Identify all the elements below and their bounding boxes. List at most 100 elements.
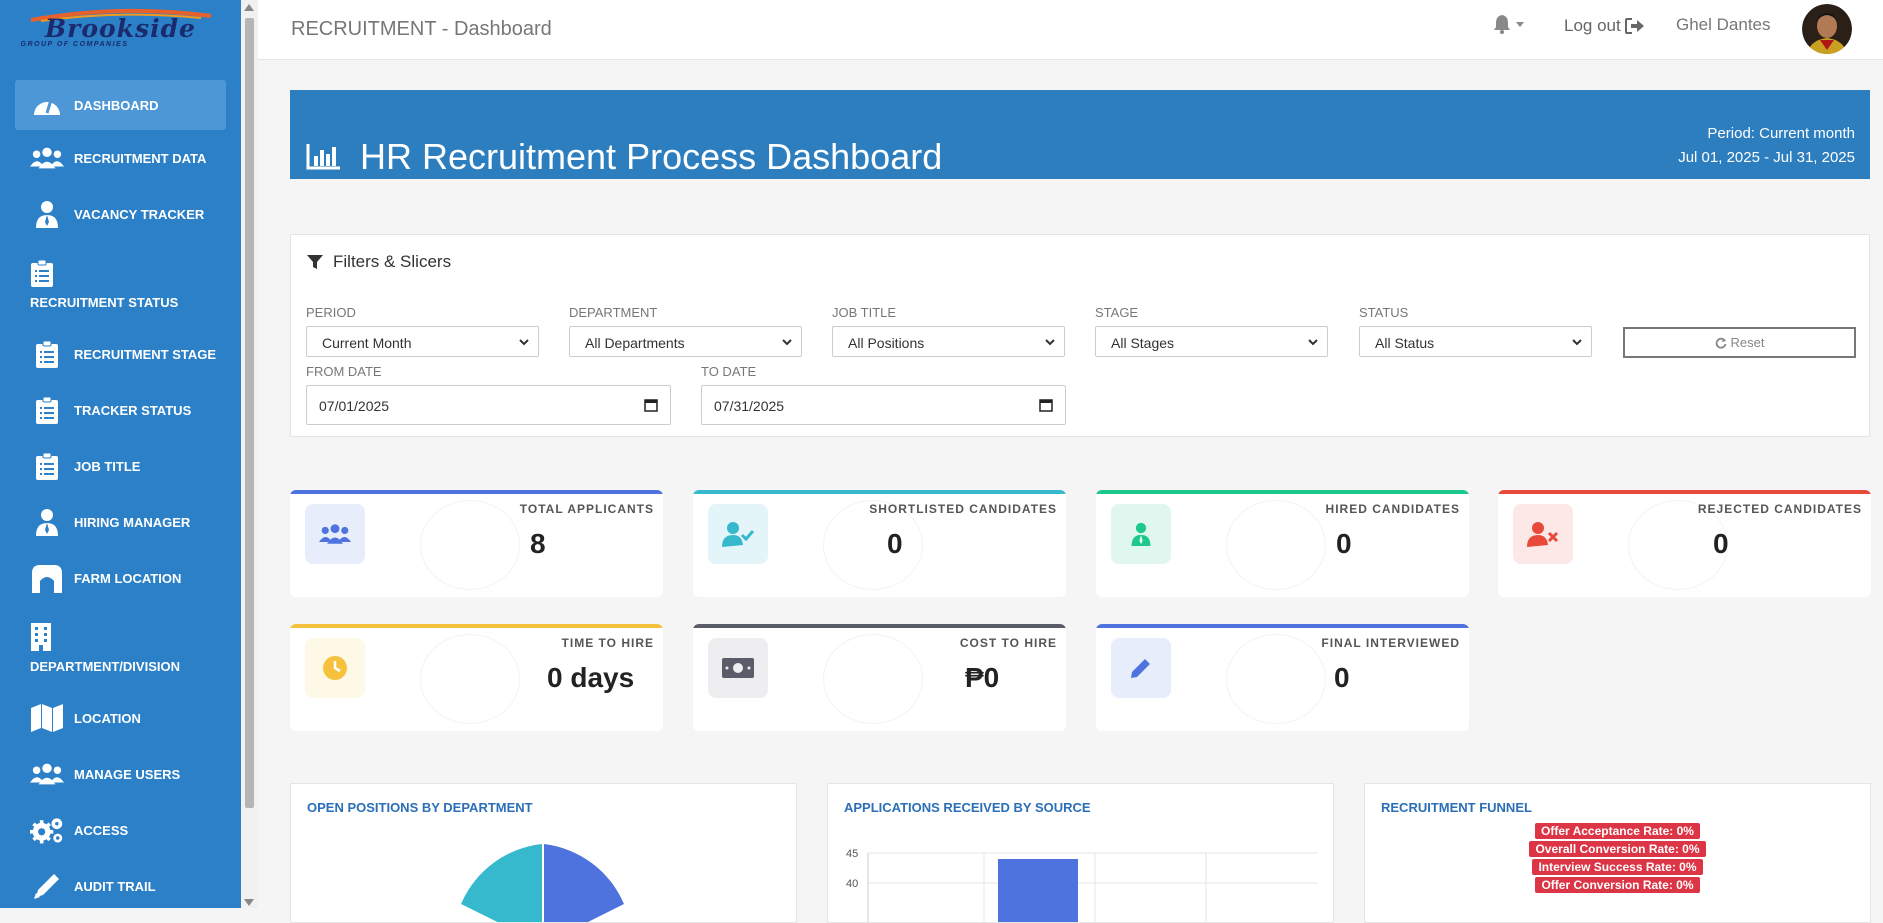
from-date-input[interactable]: 07/01/2025 bbox=[306, 385, 671, 425]
sidebar-item-vacancy-tracker[interactable]: VACANCY TRACKER bbox=[0, 186, 241, 242]
chevron-down-icon bbox=[519, 339, 529, 346]
notifications-dropdown[interactable] bbox=[1493, 14, 1525, 34]
calendar-icon[interactable] bbox=[1039, 398, 1053, 412]
sidebar-item-label: VACANCY TRACKER bbox=[74, 206, 205, 222]
clipboard-list-icon bbox=[30, 340, 64, 368]
sidebar-item-label: AUDIT TRAIL bbox=[74, 878, 156, 894]
filters-title: Filters & Slicers bbox=[333, 252, 452, 271]
department-filter: DEPARTMENT All Departments bbox=[569, 305, 802, 357]
card-accent-bar bbox=[290, 624, 663, 628]
clipboard-list-icon bbox=[30, 259, 64, 287]
funnel-badges: Offer Acceptance Rate: 0% Overall Conver… bbox=[1365, 823, 1870, 893]
sidebar-item-job-title[interactable]: JOB TITLE bbox=[0, 438, 241, 494]
pie-chart bbox=[461, 844, 624, 923]
job-title-label: JOB TITLE bbox=[832, 305, 897, 320]
sidebar-item-manage-users[interactable]: MANAGE USERS bbox=[0, 746, 241, 802]
warehouse-icon bbox=[30, 564, 64, 593]
card-value: 0 days bbox=[547, 662, 635, 693]
panel-title: APPLICATIONS RECEIVED BY SOURCE bbox=[844, 800, 1091, 815]
banner-title: HR Recruitment Process Dashboard bbox=[360, 136, 943, 177]
user-photo-icon bbox=[1802, 4, 1852, 54]
reset-label: Reset bbox=[1730, 335, 1765, 350]
panel-title: OPEN POSITIONS BY DEPARTMENT bbox=[307, 800, 533, 815]
recruitment-funnel-panel: RECRUITMENT FUNNEL Offer Acceptance Rate… bbox=[1364, 783, 1871, 923]
card-value: 0 bbox=[1336, 528, 1352, 559]
filters-header: Filters & Slicers bbox=[307, 252, 451, 272]
map-icon bbox=[30, 704, 64, 732]
sidebar-item-access[interactable]: ACCESS bbox=[0, 802, 241, 858]
card-label: TOTAL APPLICANTS bbox=[519, 502, 654, 516]
card-label: HIRED CANDIDATES bbox=[1325, 502, 1460, 516]
chevron-down-icon bbox=[1308, 339, 1318, 346]
from-date-label: FROM DATE bbox=[306, 364, 382, 379]
pie-slice-teal[interactable] bbox=[461, 844, 542, 923]
reset-button[interactable]: Reset bbox=[1623, 327, 1856, 358]
card-label: COST TO HIRE bbox=[959, 636, 1057, 650]
bar[interactable] bbox=[998, 859, 1078, 923]
chart-bar-icon bbox=[306, 144, 340, 170]
sidebar-item-department-division[interactable]: DEPARTMENT/DIVISION bbox=[0, 606, 241, 690]
clipboard-list-icon bbox=[30, 396, 64, 424]
from-date-filter: FROM DATE 07/01/2025 bbox=[306, 364, 671, 425]
sidebar-item-recruitment-data[interactable]: RECRUITMENT DATA bbox=[0, 130, 241, 186]
period-value: Current Month bbox=[322, 335, 412, 351]
card-decoration bbox=[1226, 500, 1326, 590]
card-accent-bar bbox=[1096, 490, 1469, 494]
avatar[interactable] bbox=[1802, 4, 1852, 54]
sidebar-item-hiring-manager[interactable]: HIRING MANAGER bbox=[0, 494, 241, 550]
card-decoration bbox=[420, 634, 520, 724]
card-value: 0 bbox=[1713, 528, 1729, 559]
redo-icon bbox=[1715, 337, 1726, 349]
logout-link[interactable]: Log out bbox=[1564, 16, 1645, 36]
period-filter: PERIOD Current Month bbox=[306, 305, 539, 357]
sidebar-item-label: HIRING MANAGER bbox=[74, 514, 191, 530]
scroll-up-icon[interactable] bbox=[244, 4, 254, 11]
pie-slice-blue[interactable] bbox=[544, 844, 624, 923]
offer-acceptance-badge: Offer Acceptance Rate: 0% bbox=[1535, 823, 1700, 839]
card-value: 0 bbox=[887, 528, 903, 559]
sidebar-item-audit-trail[interactable]: AUDIT TRAIL bbox=[0, 858, 241, 908]
filter-icon bbox=[307, 255, 323, 269]
sidebar-item-label: DEPARTMENT/DIVISION bbox=[30, 658, 180, 674]
user-tie-icon bbox=[30, 200, 64, 228]
username-label[interactable]: Ghel Dantes bbox=[1676, 15, 1771, 35]
sidebar-item-location[interactable]: LOCATION bbox=[0, 690, 241, 746]
period-select[interactable]: Current Month bbox=[306, 326, 539, 357]
sidebar-item-tracker-status[interactable]: TRACKER STATUS bbox=[0, 382, 241, 438]
card-label: TIME TO HIRE bbox=[561, 636, 654, 650]
sidebar: Brookside GROUP OF COMPANIES DASHBOARD R… bbox=[0, 0, 241, 908]
sidebar-item-dashboard[interactable]: DASHBOARD bbox=[15, 80, 226, 130]
status-select[interactable]: All Status bbox=[1359, 326, 1592, 357]
sidebar-item-recruitment-status[interactable]: RECRUITMENT STATUS bbox=[0, 242, 241, 326]
card-decoration bbox=[1226, 634, 1326, 724]
card-label: SHORTLISTED CANDIDATES bbox=[869, 502, 1057, 516]
sidebar-item-farm-location[interactable]: FARM LOCATION bbox=[0, 550, 241, 606]
banner-period: Period: Current month Jul 01, 2025 - Jul… bbox=[1678, 122, 1855, 170]
scroll-thumb[interactable] bbox=[245, 18, 254, 808]
sidebar-item-label: MANAGE USERS bbox=[74, 766, 181, 782]
bell-icon bbox=[1494, 15, 1510, 34]
user-tie-icon bbox=[30, 508, 64, 536]
card-accent-bar bbox=[1498, 490, 1871, 494]
brand-logo[interactable]: Brookside GROUP OF COMPANIES bbox=[0, 0, 241, 56]
stage-filter: STAGE All Stages bbox=[1095, 305, 1328, 357]
to-date-input[interactable]: 07/31/2025 bbox=[701, 385, 1066, 425]
logo-title: Brookside bbox=[45, 14, 196, 44]
kpi-card-final-interviewed: FINAL INTERVIEWED 0 bbox=[1096, 624, 1469, 731]
calendar-icon[interactable] bbox=[644, 398, 658, 412]
card-value: ₱0 bbox=[965, 662, 1000, 693]
sidebar-item-recruitment-stage[interactable]: RECRUITMENT STAGE bbox=[0, 326, 241, 382]
caret-down-icon bbox=[1516, 22, 1524, 27]
stage-select[interactable]: All Stages bbox=[1095, 326, 1328, 357]
panel-title: RECRUITMENT FUNNEL bbox=[1381, 800, 1532, 815]
period-label: PERIOD bbox=[306, 305, 356, 320]
logout-label: Log out bbox=[1564, 16, 1621, 35]
scroll-down-icon[interactable] bbox=[244, 899, 254, 906]
clock-icon bbox=[305, 638, 365, 698]
job-title-select[interactable]: All Positions bbox=[832, 326, 1065, 357]
card-decoration bbox=[420, 500, 520, 590]
sidebar-item-label: RECRUITMENT STATUS bbox=[30, 294, 179, 310]
user-check-icon bbox=[708, 504, 768, 564]
page-scrollbar[interactable] bbox=[241, 0, 258, 908]
department-select[interactable]: All Departments bbox=[569, 326, 802, 357]
